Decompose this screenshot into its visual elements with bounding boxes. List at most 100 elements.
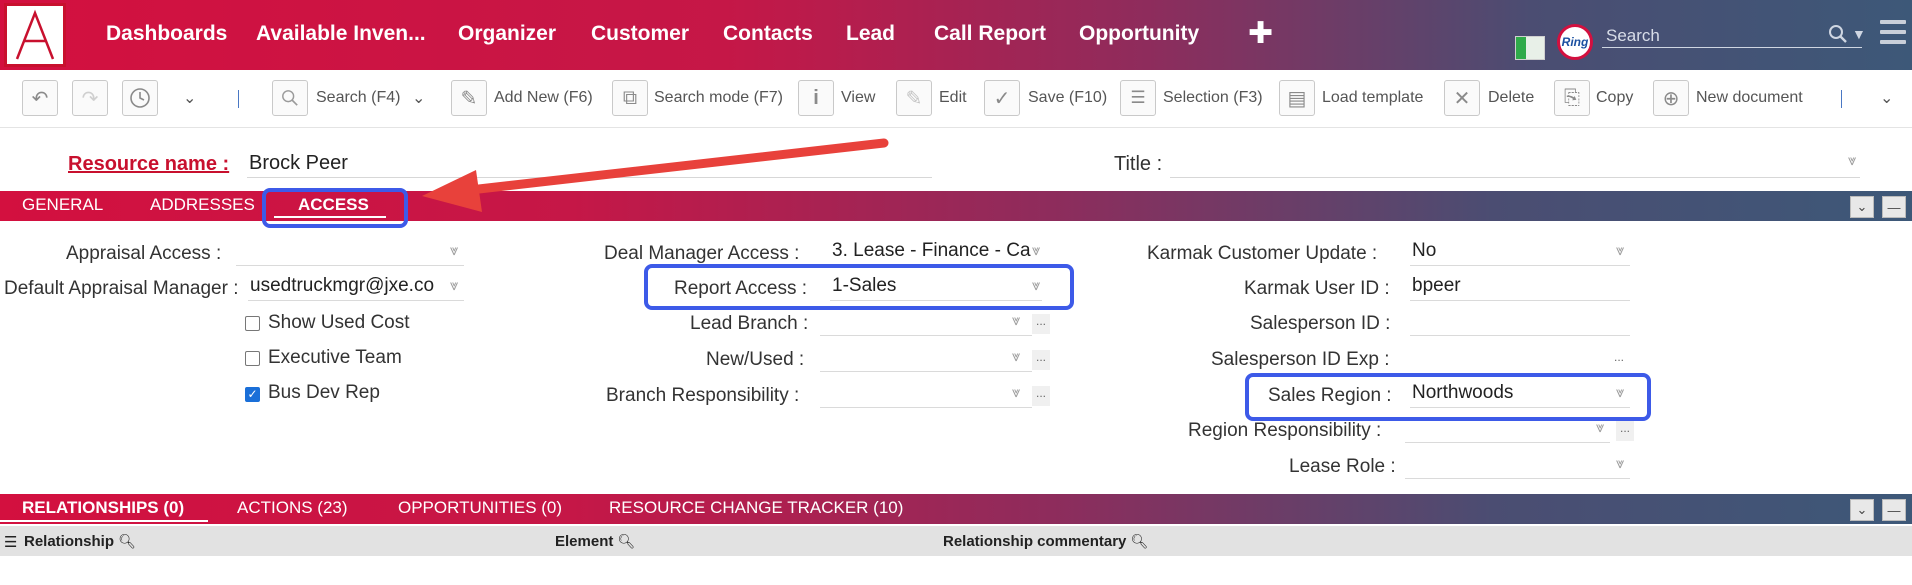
nav-call-report[interactable]: Call Report <box>934 22 1046 46</box>
undo-icon[interactable]: ↶ <box>22 80 58 116</box>
karmak-customer-update-select[interactable]: No <box>1410 240 1630 266</box>
search-icon[interactable] <box>1828 24 1848 50</box>
lead-branch-label: Lead Branch : <box>690 313 809 334</box>
executive-team-checkbox[interactable] <box>245 351 260 366</box>
toolbar-more-dropdown-icon[interactable]: ⌄ <box>1880 88 1893 108</box>
search-tool-icon[interactable] <box>272 80 308 116</box>
view-button[interactable]: View <box>841 89 875 107</box>
col-commentary-search-icon[interactable]: 🔍︎ <box>1131 533 1149 549</box>
branch-responsibility-label: Branch Responsibility : <box>606 385 800 406</box>
tab-actions[interactable]: ACTIONS (23) <box>237 498 348 518</box>
karmak-user-id-input[interactable]: bpeer <box>1410 275 1630 301</box>
nav-dashboards[interactable]: Dashboards <box>106 22 227 46</box>
title-dropdown-icon[interactable]: ⩔ <box>1848 152 1856 169</box>
salesperson-id-label: Salesperson ID : <box>1250 313 1391 334</box>
copy-icon[interactable]: ⎘ <box>1554 80 1590 116</box>
lease-role-select[interactable] <box>1405 453 1630 479</box>
redo-icon[interactable]: ↷ <box>72 80 108 116</box>
tab-opportunities[interactable]: OPPORTUNITIES (0) <box>398 498 562 518</box>
global-search-input[interactable] <box>1602 24 1862 48</box>
deal-manager-access-select[interactable]: 3. Lease - Finance - Ca <box>830 240 1042 266</box>
save-check-icon[interactable]: ✓ <box>984 80 1020 116</box>
lead-branch-dropdown-icon[interactable]: ⩔ <box>1012 312 1020 329</box>
branch-responsibility-more-button[interactable]: ... <box>1032 386 1050 406</box>
nav-lead[interactable]: Lead <box>846 22 895 46</box>
minimize-icon[interactable]: — <box>1882 196 1906 218</box>
search-button[interactable]: Search (F4) <box>316 89 400 107</box>
new-used-dropdown-icon[interactable]: ⩔ <box>1012 348 1020 365</box>
ring-label: Ring <box>1561 35 1589 49</box>
search-dropdown-icon[interactable]: ⌄ <box>412 88 425 108</box>
nav-organizer[interactable]: Organizer <box>458 22 556 46</box>
tab-addresses[interactable]: ADDRESSES <box>150 195 255 215</box>
search-caret-icon[interactable]: ▼ <box>1852 26 1866 42</box>
delete-x-icon[interactable]: ✕ <box>1444 80 1480 116</box>
view-icon[interactable]: i <box>798 80 834 116</box>
collapse-chevron-icon[interactable]: ⌄ <box>1850 196 1874 218</box>
nav-contacts[interactable]: Contacts <box>723 22 813 46</box>
related-minimize-icon[interactable]: — <box>1882 499 1906 521</box>
copy-button[interactable]: Copy <box>1596 89 1633 107</box>
deal-manager-access-dropdown-icon[interactable]: ⩔ <box>1032 242 1040 259</box>
grid-menu-icon[interactable]: ☰ <box>4 533 17 551</box>
title-input[interactable] <box>1170 150 1860 178</box>
col-relationship-commentary[interactable]: Relationship commentary 🔍︎ <box>943 533 1148 550</box>
col-element-search-icon[interactable]: 🔍︎ <box>618 533 636 549</box>
nav-opportunity[interactable]: Opportunity <box>1079 22 1199 46</box>
col-relationship-search-icon[interactable]: 🔍︎ <box>118 533 136 549</box>
show-used-cost-checkbox[interactable] <box>245 316 260 331</box>
flag-icon[interactable] <box>1515 36 1545 60</box>
default-appraisal-manager-dropdown-icon[interactable]: ⩔ <box>450 277 458 294</box>
search-mode-icon[interactable]: ⧉ <box>612 80 648 116</box>
related-collapse-chevron-icon[interactable]: ⌄ <box>1850 499 1874 521</box>
load-template-button[interactable]: Load template <box>1322 89 1423 107</box>
resource-name-input[interactable] <box>247 150 932 178</box>
edit-pencil-icon[interactable]: ✎ <box>896 80 932 116</box>
history-clock-icon[interactable] <box>122 80 158 116</box>
selection-button[interactable]: Selection (F3) <box>1163 89 1263 107</box>
default-appraisal-manager-select[interactable]: usedtruckmgr@jxe.co <box>248 275 464 301</box>
col-relationship[interactable]: Relationship 🔍︎ <box>24 533 136 550</box>
save-button[interactable]: Save (F10) <box>1028 89 1107 107</box>
lease-role-dropdown-icon[interactable]: ⩔ <box>1616 455 1624 472</box>
nav-customer[interactable]: Customer <box>591 22 689 46</box>
region-responsibility-dropdown-icon[interactable]: ⩔ <box>1596 419 1604 436</box>
lead-branch-more-button[interactable]: ... <box>1032 314 1050 334</box>
appraisal-access-select[interactable] <box>236 240 464 266</box>
appraisal-access-dropdown-icon[interactable]: ⩔ <box>450 242 458 259</box>
branch-responsibility-select[interactable] <box>820 382 1032 408</box>
karmak-user-id-label: Karmak User ID : <box>1244 278 1390 299</box>
nav-add-plus-icon[interactable]: ✚ <box>1248 16 1273 51</box>
tab-general[interactable]: GENERAL <box>22 195 103 215</box>
ring-icon[interactable]: Ring <box>1557 24 1593 60</box>
karmak-customer-update-dropdown-icon[interactable]: ⩔ <box>1616 242 1624 259</box>
new-used-select[interactable] <box>820 346 1032 372</box>
salesperson-id-exp-input[interactable] <box>1410 346 1610 372</box>
default-appraisal-manager-label: Default Appraisal Manager : <box>4 278 239 299</box>
new-document-button[interactable]: New document <box>1696 89 1803 107</box>
branch-responsibility-dropdown-icon[interactable]: ⩔ <box>1012 384 1020 401</box>
salesperson-id-exp-more-button[interactable]: ... <box>1610 350 1628 370</box>
selection-list-icon[interactable]: ☰ <box>1120 80 1156 116</box>
history-dropdown-icon[interactable]: ⌄ <box>183 88 196 108</box>
edit-button[interactable]: Edit <box>939 89 967 107</box>
nav-available-inventory[interactable]: Available Inven... <box>256 22 426 46</box>
bus-dev-rep-label: Bus Dev Rep <box>268 382 380 403</box>
new-document-icon[interactable]: ⊕ <box>1653 80 1689 116</box>
tab-resource-change-tracker[interactable]: RESOURCE CHANGE TRACKER (10) <box>609 498 903 518</box>
new-used-more-button[interactable]: ... <box>1032 350 1050 370</box>
tab-relationships[interactable]: RELATIONSHIPS (0) <box>22 498 184 518</box>
col-element[interactable]: Element 🔍︎ <box>555 533 635 550</box>
bus-dev-rep-checkbox[interactable]: ✓ <box>245 387 260 402</box>
salesperson-id-input[interactable] <box>1410 310 1630 336</box>
lead-branch-select[interactable] <box>820 310 1032 336</box>
load-template-icon[interactable]: ▤ <box>1279 80 1315 116</box>
add-new-icon[interactable]: ✎ <box>451 80 487 116</box>
region-responsibility-more-button[interactable]: ... <box>1616 421 1634 441</box>
add-new-button[interactable]: Add New (F6) <box>494 89 593 107</box>
app-logo[interactable] <box>4 3 66 67</box>
search-mode-button[interactable]: Search mode (F7) <box>654 89 783 107</box>
delete-button[interactable]: Delete <box>1488 89 1534 107</box>
hamburger-menu-icon[interactable] <box>1880 20 1906 50</box>
report-access-highlight <box>644 264 1074 310</box>
